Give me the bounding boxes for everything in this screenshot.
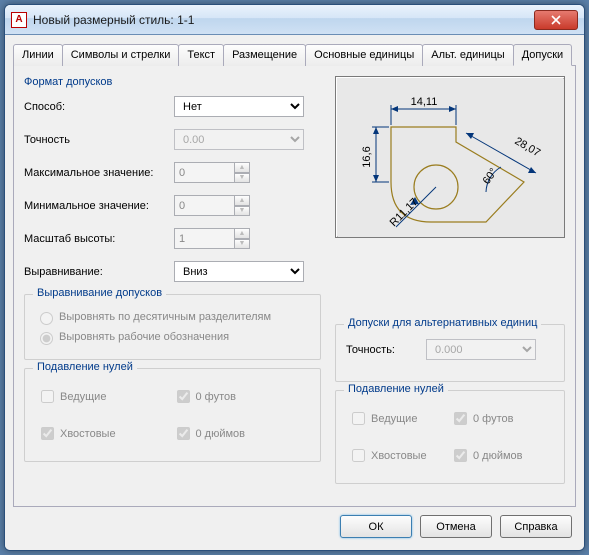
check-label-alt-leading: Ведущие [371,413,417,425]
spin-up-icon: ▲ [234,228,250,239]
select-precision: 0.00 [174,129,304,150]
dim-left: 16,6 [361,146,373,167]
group-title-zero: Подавление нулей [33,361,137,373]
window-title: Новый размерный стиль: 1-1 [33,13,534,27]
check-inches [177,427,190,440]
spin-up-icon: ▲ [234,162,250,173]
spin-down-icon: ▼ [234,239,250,250]
check-label-trailing: Хвостовые [60,428,116,440]
check-alt-inches [454,449,467,462]
label-max: Максимальное значение: [24,167,174,179]
tab-alt-units[interactable]: Альт. единицы [422,44,513,66]
help-button[interactable]: Справка [500,515,572,538]
close-button[interactable] [534,10,578,30]
radio-label-op: Выровнять рабочие обозначения [59,331,229,343]
tab-symbols[interactable]: Символы и стрелки [62,44,180,66]
check-leading [41,390,54,403]
label-alt-precision: Точность: [346,344,426,356]
client-area: Линии Символы и стрелки Текст Размещение… [5,35,584,550]
label-scale: Масштаб высоты: [24,233,174,245]
label-precision: Точность [24,134,174,146]
input-scale [174,228,234,249]
select-method[interactable]: Нет [174,96,304,117]
dim-top: 14,11 [411,96,438,108]
group-title-alt: Допуски для альтернативных единиц [344,317,541,329]
check-alt-leading [352,412,365,425]
radio-align-decimal [40,312,53,325]
tab-page: Формат допусков Способ: Нет Точность 0.0… [13,66,576,507]
input-max [174,162,234,183]
spin-down-icon: ▼ [234,206,250,217]
check-label-feet: 0 футов [196,391,236,403]
preview-svg: 14,11 16,6 28,07 [336,77,566,239]
spin-down-icon: ▼ [234,173,250,184]
group-tolerance-align: Выравнивание допусков Выровнять по десят… [24,294,321,360]
tab-primary-units[interactable]: Основные единицы [305,44,423,66]
dialog-buttons: ОК Отмена Справка [13,515,576,538]
label-min: Минимальное значение: [24,200,174,212]
app-icon: A [11,12,27,28]
check-alt-trailing [352,449,365,462]
dimension-preview: 14,11 16,6 28,07 [335,76,565,238]
close-icon [551,15,561,25]
tab-strip: Линии Символы и стрелки Текст Размещение… [13,43,576,66]
group-zero-suppress: Подавление нулей Ведущие 0 футов [24,368,321,462]
tab-lines[interactable]: Линии [13,44,63,66]
spin-up-icon: ▲ [234,195,250,206]
select-align[interactable]: Вниз [174,261,304,282]
select-alt-precision: 0.000 [426,339,536,360]
label-method: Способ: [24,101,174,113]
check-feet [177,390,190,403]
tab-tolerances[interactable]: Допуски [513,44,572,66]
group-title-alt-zero: Подавление нулей [344,383,448,395]
radio-align-op [40,332,53,345]
input-min [174,195,234,216]
check-label-alt-inches: 0 дюймов [473,450,523,462]
check-label-inches: 0 дюймов [196,428,246,440]
check-label-alt-trailing: Хвостовые [371,450,427,462]
radio-label-decimal: Выровнять по десятичным разделителям [59,311,271,323]
label-align: Выравнивание: [24,266,174,278]
group-title-format: Формат допусков [24,76,321,88]
ok-button[interactable]: ОК [340,515,412,538]
check-trailing [41,427,54,440]
spinner-min: ▲ ▼ [174,195,250,216]
cancel-button[interactable]: Отмена [420,515,492,538]
spinner-max: ▲ ▼ [174,162,250,183]
group-title-align: Выравнивание допусков [33,287,166,299]
tab-text[interactable]: Текст [178,44,224,66]
tab-fit[interactable]: Размещение [223,44,306,66]
dialog-window: A Новый размерный стиль: 1-1 Линии Симво… [4,4,585,551]
spinner-scale: ▲ ▼ [174,228,250,249]
check-label-leading: Ведущие [60,391,106,403]
titlebar[interactable]: A Новый размерный стиль: 1-1 [5,5,584,35]
group-alt-tolerance: Допуски для альтернативных единиц Точнос… [335,324,565,382]
check-alt-feet [454,412,467,425]
group-alt-zero-suppress: Подавление нулей Ведущие 0 футов [335,390,565,484]
check-label-alt-feet: 0 футов [473,413,513,425]
